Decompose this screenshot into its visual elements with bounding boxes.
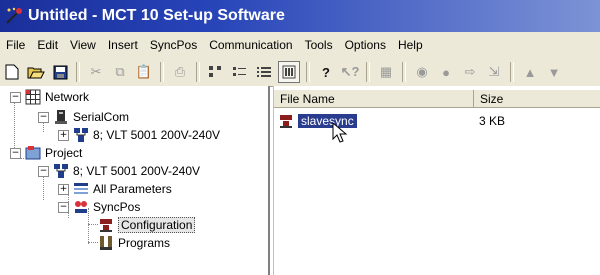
toolbar-separator [76,62,80,82]
tree-label-configuration: Configuration [118,217,196,233]
tree-label-programs: Programs [118,236,171,250]
connect-icon[interactable]: ◉ [412,62,432,82]
tree-item-network[interactable]: − Network [10,88,89,106]
new-icon[interactable] [2,62,22,82]
tree-item-serialcom[interactable]: − SerialCom [38,108,129,126]
export-icon[interactable]: ⇨ [460,62,480,82]
tree-item-programs[interactable]: Programs [98,234,170,252]
cut-icon[interactable]: ✂ [86,62,106,82]
configuration-icon [98,217,114,233]
column-header-size[interactable]: Size [474,90,600,108]
import-icon[interactable]: ⇲ [484,62,504,82]
menu-options[interactable]: Options [339,38,392,52]
list-icon[interactable] [254,62,274,82]
collapse-icon[interactable]: − [38,165,49,177]
tree-pane[interactable]: − Network − SerialCom + 8; VLT 5001 200V… [0,86,270,275]
file-size: 3 KB [479,114,506,128]
tree-label-project: Project [45,146,83,160]
menu-insert[interactable]: Insert [102,38,144,52]
tree-item-project[interactable]: − Project [10,144,82,162]
save-icon[interactable] [50,62,70,82]
project-icon [25,145,41,161]
programs-icon [98,235,114,251]
tree-connector [88,242,98,243]
down-arrow-icon[interactable]: ▼ [544,62,564,82]
details-icon[interactable] [278,61,300,83]
paste-icon[interactable]: 📋 [134,62,154,82]
small-icons-icon[interactable] [230,62,250,82]
tree-label-network: Network [45,90,90,104]
tree-item-all-parameters[interactable]: + All Parameters [58,180,172,198]
mouse-cursor-icon [332,121,350,144]
tree-label-all-parameters: All Parameters [93,182,172,196]
menu-bar: File Edit View Insert SyncPos Communicat… [0,32,600,59]
menu-syncpos[interactable]: SyncPos [144,38,203,52]
toolbar-separator [160,62,164,82]
toolbar-separator [510,62,514,82]
tree-label-serialcom: SerialCom [73,110,130,124]
toolbar-separator [366,62,370,82]
tree-item-drive2[interactable]: − 8; VLT 5001 200V-240V [38,162,200,180]
column-header-size-label: Size [480,91,504,106]
file-list-pane[interactable]: File Name Size slavesync 3 KB [273,86,600,275]
tree-label-drive2: 8; VLT 5001 200V-240V [73,164,200,178]
menu-view[interactable]: View [64,38,102,52]
menu-edit[interactable]: Edit [31,38,64,52]
app-icon [4,6,24,26]
drive-icon [53,163,69,179]
menu-file[interactable]: File [0,38,31,52]
serial-port-icon [53,109,69,125]
up-arrow-icon[interactable]: ▲ [520,62,540,82]
syncpos-icon [73,199,89,215]
network-icon [25,89,41,105]
tree-connector [88,224,98,225]
copy-icon[interactable]: ⧉ [110,62,130,82]
collapse-icon[interactable]: − [10,147,21,159]
expand-icon[interactable]: + [58,183,69,195]
large-icons-icon[interactable] [206,62,226,82]
help-icon[interactable]: ? [316,62,336,82]
collapse-icon[interactable]: − [58,201,69,213]
tree-item-configuration[interactable]: Configuration [98,216,196,234]
tree-item-syncpos[interactable]: − SyncPos [58,198,140,216]
menu-help[interactable]: Help [392,38,429,52]
toolbar-separator [306,62,310,82]
menu-tools[interactable]: Tools [299,38,339,52]
grid-icon[interactable]: ▦ [376,62,396,82]
parameters-icon [73,181,89,197]
column-header-file-name[interactable]: File Name [274,90,474,108]
toolbar-separator [196,62,200,82]
menu-communication[interactable]: Communication [203,38,298,52]
expand-icon[interactable]: + [58,129,69,141]
context-help-icon[interactable]: ↖? [340,62,360,82]
collapse-icon[interactable]: − [10,91,21,103]
column-header-file-name-label: File Name [280,91,335,106]
toolbar: ✂ ⧉ 📋 ⎙ ? ↖? ▦ ◉ ● ⇨ ⇲ ▲ ▼ [0,58,600,87]
configuration-file-icon [278,113,294,129]
drive-icon [73,127,89,143]
toolbar-separator [402,62,406,82]
collapse-icon[interactable]: − [38,111,49,123]
tree-item-drive1[interactable]: + 8; VLT 5001 200V-240V [58,126,220,144]
title-bar: Untitled - MCT 10 Set-up Software [0,0,600,32]
tree-label-drive1: 8; VLT 5001 200V-240V [93,128,220,142]
print-icon[interactable]: ⎙ [170,62,190,82]
tree-label-syncpos: SyncPos [93,200,141,214]
record-icon[interactable]: ● [436,62,456,82]
window-title: Untitled - MCT 10 Set-up Software [28,7,285,24]
open-icon[interactable] [26,62,46,82]
